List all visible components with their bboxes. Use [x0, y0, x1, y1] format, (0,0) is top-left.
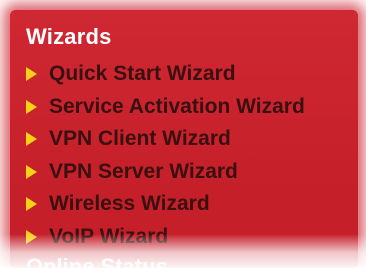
- menu-item-quick-start-wizard[interactable]: Quick Start Wizard: [24, 58, 305, 91]
- section-title-wizards: Wizards: [26, 24, 112, 49]
- screenshot-stage: Wizards Quick Start Wizard Service Activ…: [0, 0, 366, 268]
- arrow-right-icon: [26, 229, 37, 244]
- arrow-right-icon: [26, 164, 37, 179]
- menu-item-label: VPN Client Wizard: [49, 127, 231, 151]
- menu-item-service-activation-wizard[interactable]: Service Activation Wizard: [24, 91, 305, 124]
- menu-item-label: VoIP Wizard: [49, 224, 169, 248]
- menu-item-label: Wireless Wizard: [49, 192, 210, 216]
- menu-item-label: VPN Server Wizard: [49, 159, 238, 183]
- menu-item-label: Quick Start Wizard: [49, 62, 236, 86]
- section-title-online-status[interactable]: Online Status: [26, 254, 168, 268]
- arrow-right-icon: [26, 197, 37, 212]
- menu-item-wireless-wizard[interactable]: Wireless Wizard: [24, 188, 305, 221]
- menu-item-label: Service Activation Wizard: [49, 94, 305, 118]
- arrow-right-icon: [26, 99, 37, 114]
- menu-item-vpn-server-wizard[interactable]: VPN Server Wizard: [24, 156, 305, 189]
- sidebar-panel: Wizards Quick Start Wizard Service Activ…: [10, 10, 358, 268]
- menu-item-voip-wizard[interactable]: VoIP Wizard: [24, 221, 305, 254]
- arrow-right-icon: [26, 67, 37, 82]
- wizards-menu: Quick Start Wizard Service Activation Wi…: [24, 58, 305, 253]
- menu-item-vpn-client-wizard[interactable]: VPN Client Wizard: [24, 123, 305, 156]
- arrow-right-icon: [26, 132, 37, 147]
